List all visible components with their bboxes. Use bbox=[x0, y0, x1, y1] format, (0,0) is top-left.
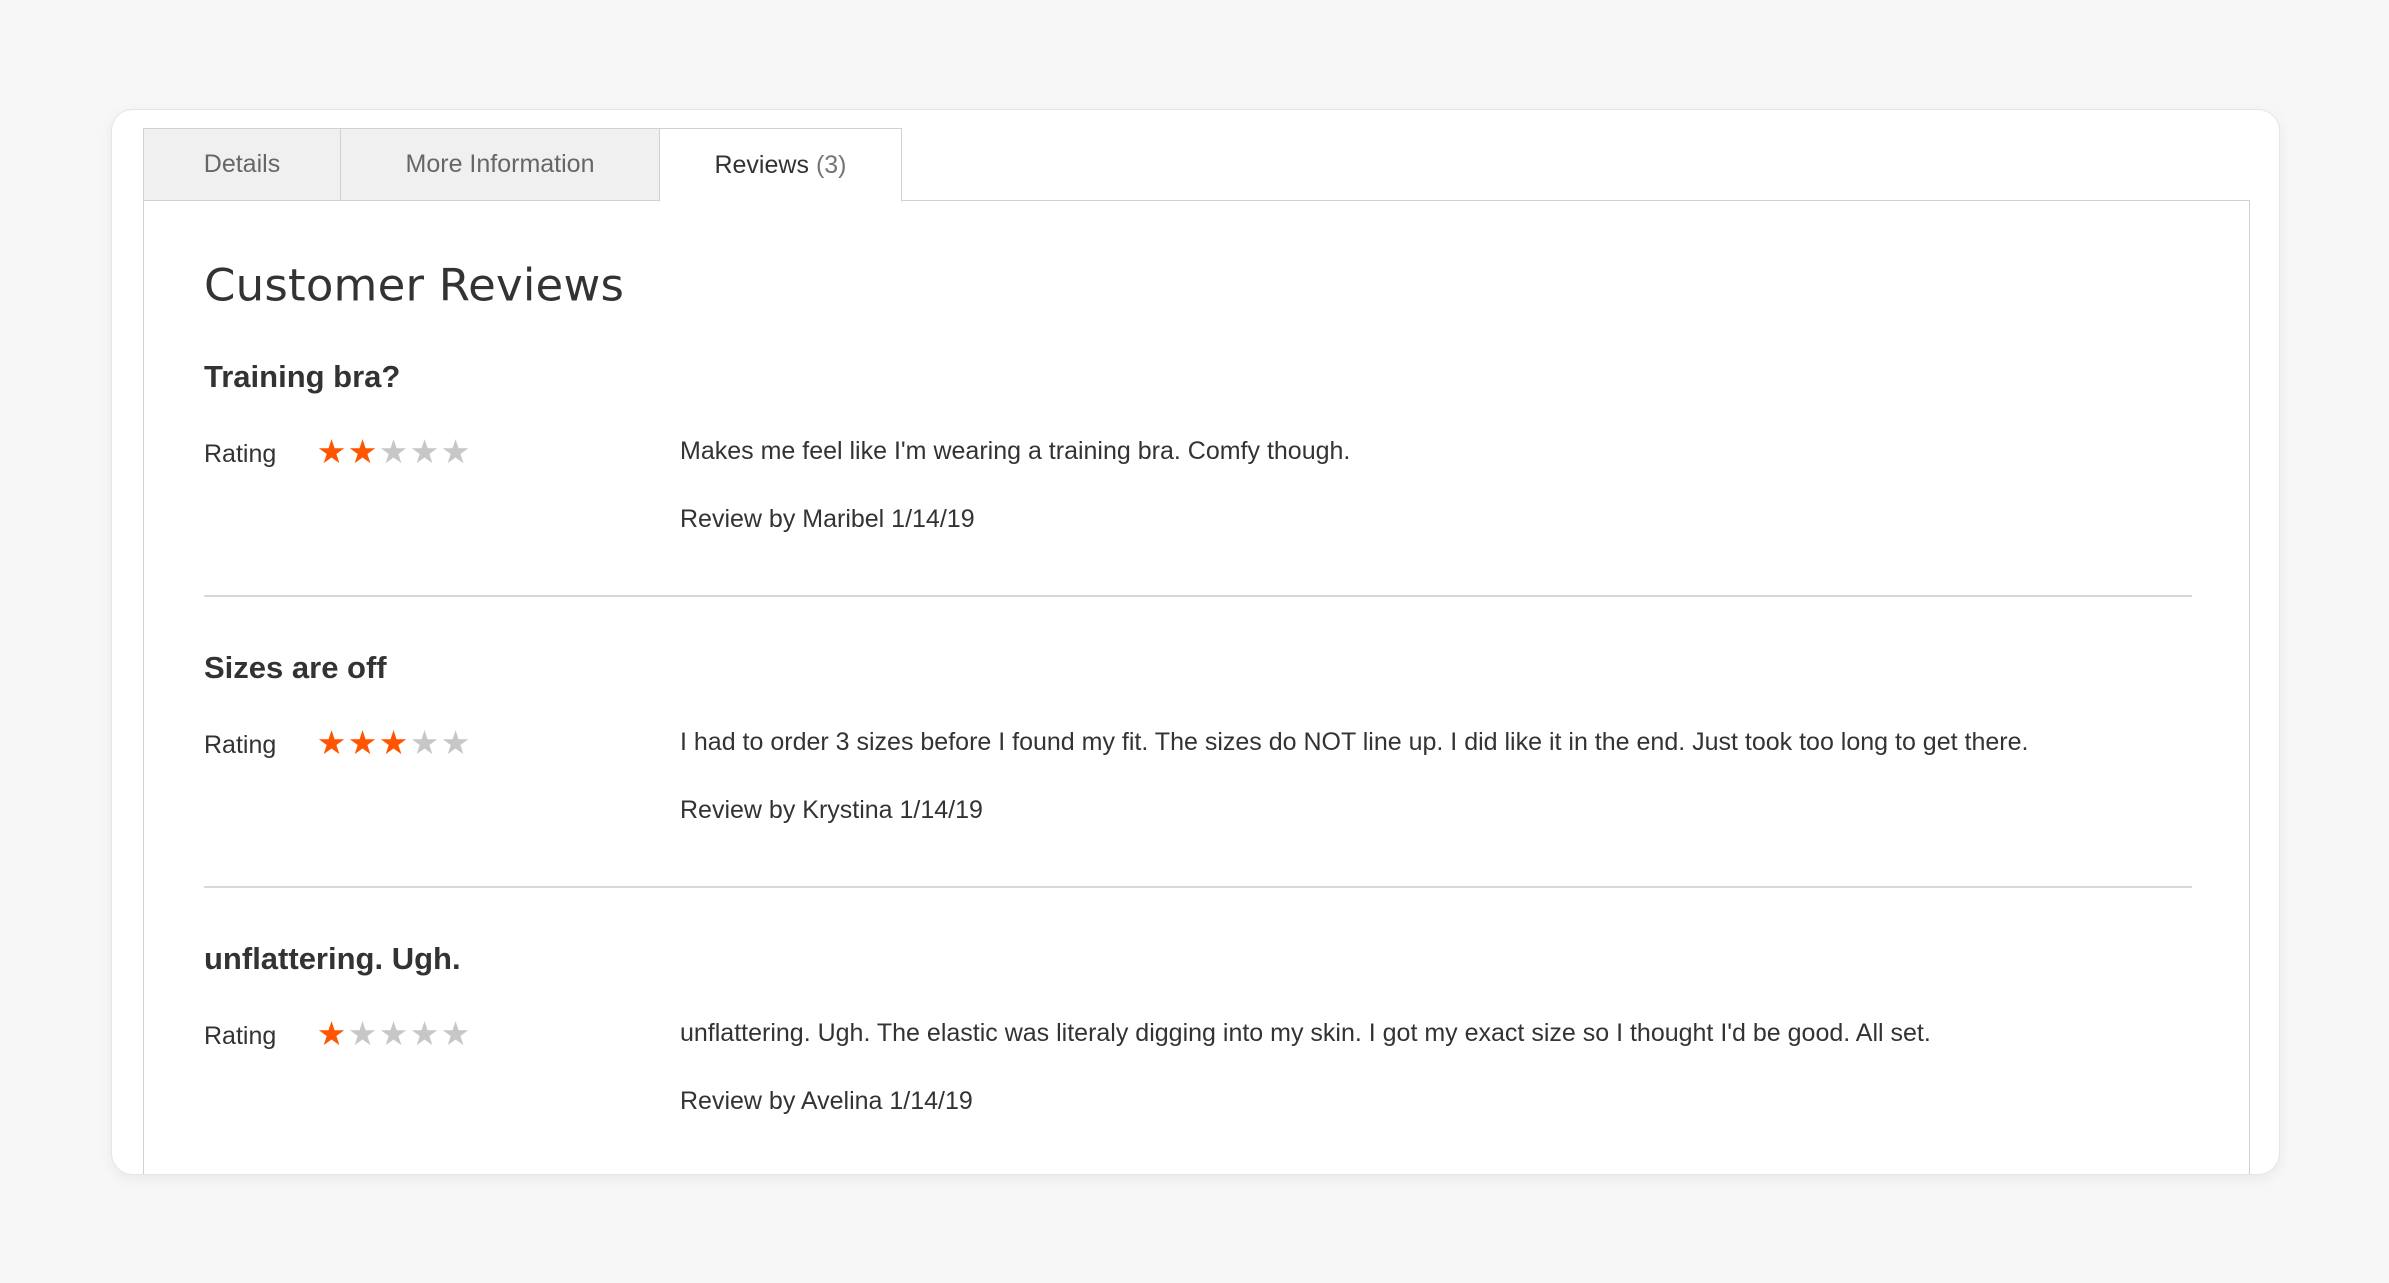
reviews-panel: Customer Reviews Training bra? Rating ★ ★… bbox=[143, 200, 2250, 1174]
review-author: Review by Maribel 1/14/19 bbox=[680, 505, 975, 533]
star-empty-icon: ★ bbox=[378, 1015, 409, 1052]
tab-reviews-label: Reviews bbox=[714, 150, 809, 179]
star-empty-icon: ★ bbox=[440, 433, 471, 470]
star-empty-icon: ★ bbox=[347, 1015, 378, 1052]
star-empty-icon: ★ bbox=[409, 724, 440, 761]
star-empty-icon: ★ bbox=[440, 1015, 471, 1052]
tab-details-label: Details bbox=[203, 150, 281, 178]
review-author: Review by Avelina 1/14/19 bbox=[680, 1087, 973, 1115]
review-title: Training bra? bbox=[204, 359, 401, 394]
tab-reviews-count: (3) bbox=[815, 150, 847, 179]
rating-stars: ★ ★ ★ ★ ★ bbox=[316, 723, 471, 763]
review-title: Sizes are off bbox=[204, 650, 387, 685]
rating-label: Rating bbox=[204, 1022, 277, 1050]
panel-title: Customer Reviews bbox=[204, 259, 625, 312]
tab-details[interactable]: Details bbox=[143, 128, 341, 201]
star-filled-icon: ★ bbox=[316, 1015, 347, 1052]
star-filled-icon: ★ bbox=[316, 433, 347, 470]
star-empty-icon: ★ bbox=[378, 433, 409, 470]
review-title: unflattering. Ugh. bbox=[204, 941, 461, 976]
star-empty-icon: ★ bbox=[409, 1015, 440, 1052]
review-text: unflattering. Ugh. The elastic was liter… bbox=[680, 1019, 1931, 1047]
review-text: I had to order 3 sizes before I found my… bbox=[680, 728, 2029, 756]
product-tabs: Details More Information Reviews (3) bbox=[143, 128, 902, 202]
tab-reviews[interactable]: Reviews (3) bbox=[659, 128, 902, 202]
star-filled-icon: ★ bbox=[347, 433, 378, 470]
star-filled-icon: ★ bbox=[316, 724, 347, 761]
tab-more-information[interactable]: More Information bbox=[340, 128, 660, 201]
star-empty-icon: ★ bbox=[440, 724, 471, 761]
review-divider bbox=[204, 886, 2192, 888]
tab-more-information-label: More Information bbox=[405, 150, 595, 178]
review-divider bbox=[204, 595, 2192, 597]
rating-label: Rating bbox=[204, 440, 277, 468]
star-empty-icon: ★ bbox=[409, 433, 440, 470]
star-filled-icon: ★ bbox=[378, 724, 409, 761]
star-filled-icon: ★ bbox=[347, 724, 378, 761]
review-author: Review by Krystina 1/14/19 bbox=[680, 796, 983, 824]
product-info-card: Details More Information Reviews (3) Cus… bbox=[111, 109, 2280, 1175]
rating-stars: ★ ★ ★ ★ ★ bbox=[316, 1014, 471, 1054]
rating-label: Rating bbox=[204, 731, 277, 759]
rating-stars: ★ ★ ★ ★ ★ bbox=[316, 432, 471, 472]
review-text: Makes me feel like I'm wearing a trainin… bbox=[680, 437, 1351, 465]
